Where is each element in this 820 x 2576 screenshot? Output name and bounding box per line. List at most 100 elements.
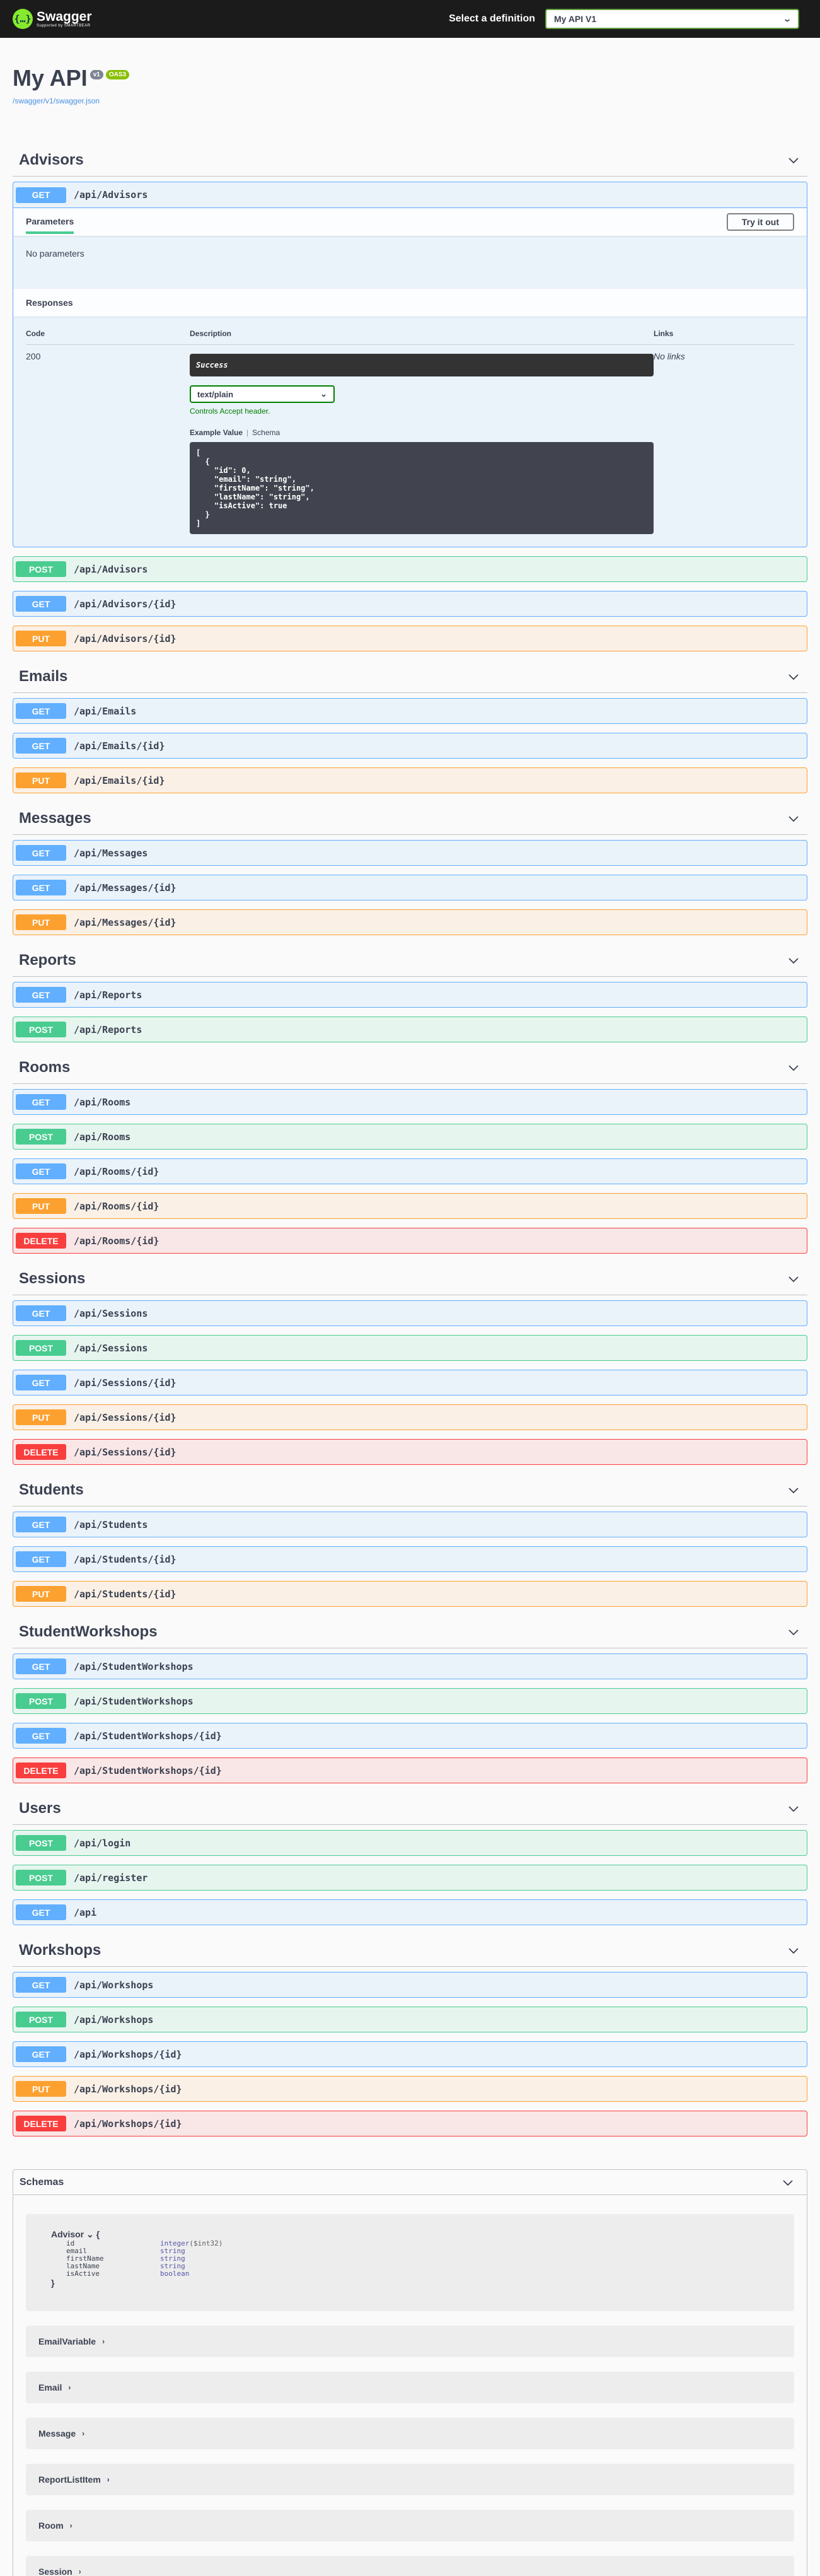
api-info: My API v1 OAS3 /swagger/v1/swagger.json	[0, 38, 820, 144]
operation-get[interactable]: GET/api	[13, 1899, 807, 1925]
tag-header[interactable]: Users	[13, 1792, 807, 1825]
chevron-down-icon: ⌄	[320, 389, 327, 399]
chevron-down-icon	[787, 1061, 800, 1074]
method-badge: PUT	[16, 1586, 66, 1602]
operation-post[interactable]: POST/api/Reports	[13, 1017, 807, 1042]
operation-get[interactable]: GET/api/Students/{id}	[13, 1546, 807, 1572]
try-it-out-button[interactable]: Try it out	[726, 213, 794, 231]
tag-header[interactable]: Reports	[13, 944, 807, 977]
model-collapsed[interactable]: Email ›	[26, 2372, 794, 2403]
operation-get[interactable]: GET/api/Advisors	[13, 182, 807, 208]
media-type-select[interactable]: text/plain ⌄	[190, 385, 335, 403]
col-links: Links	[654, 329, 674, 338]
operation-path: /api/Messages/{id}	[74, 916, 176, 928]
operation-get[interactable]: GET/api/Messages	[13, 840, 807, 866]
method-badge: POST	[16, 1693, 66, 1709]
operation-get[interactable]: GET/api/Reports	[13, 982, 807, 1008]
operation-path: /api/Sessions/{id}	[74, 1411, 176, 1423]
operation-path: /api/Advisors	[74, 189, 148, 201]
operation-delete[interactable]: DELETE/api/Sessions/{id}	[13, 1439, 807, 1465]
tag-header[interactable]: Workshops	[13, 1934, 807, 1967]
operation-path: /api/Workshops/{id}	[74, 2083, 182, 2095]
operation-get[interactable]: GET/api/Sessions	[13, 1300, 807, 1326]
chevron-right-icon: ›	[68, 2383, 71, 2392]
tag-name: Reports	[19, 951, 76, 969]
operation-post[interactable]: POST/api/login	[13, 1830, 807, 1856]
operation-post[interactable]: POST/api/register	[13, 1865, 807, 1891]
operation-path: /api/Rooms	[74, 1096, 131, 1108]
model-collapsed[interactable]: ReportListItem ›	[26, 2464, 794, 2495]
response-description: Success	[190, 354, 654, 376]
operation-put[interactable]: PUT/api/Students/{id}	[13, 1581, 807, 1607]
tag-name: Advisors	[19, 151, 84, 168]
tag-header[interactable]: Students	[13, 1474, 807, 1507]
operation-put[interactable]: PUT/api/Advisors/{id}	[13, 626, 807, 651]
definition-value: My API V1	[554, 14, 597, 24]
model-collapsed[interactable]: EmailVariable ›	[26, 2326, 794, 2357]
tag-name: Students	[19, 1481, 84, 1498]
chevron-down-icon	[787, 154, 800, 166]
operation-put[interactable]: PUT/api/Emails/{id}	[13, 767, 807, 793]
operation-post[interactable]: POST/api/Advisors	[13, 556, 807, 582]
tab-schema[interactable]: Schema	[252, 428, 280, 437]
operation-post[interactable]: POST/api/Sessions	[13, 1335, 807, 1361]
tag-header[interactable]: Rooms	[13, 1051, 807, 1084]
operation-delete[interactable]: DELETE/api/Workshops/{id}	[13, 2111, 807, 2136]
model-collapsed[interactable]: Room ›	[26, 2510, 794, 2541]
operation-delete[interactable]: DELETE/api/Rooms/{id}	[13, 1228, 807, 1254]
tag-header[interactable]: Messages	[13, 802, 807, 835]
method-badge: GET	[16, 845, 66, 861]
schemas-title: Schemas	[20, 2176, 64, 2188]
api-title: My API	[13, 65, 88, 91]
operation-put[interactable]: PUT/api/Messages/{id}	[13, 909, 807, 935]
operation-post[interactable]: POST/api/StudentWorkshops	[13, 1688, 807, 1714]
model-collapsed[interactable]: Message ›	[26, 2418, 794, 2449]
operation-get[interactable]: GET/api/Emails	[13, 698, 807, 724]
operation-put[interactable]: PUT/api/Sessions/{id}	[13, 1404, 807, 1430]
operation-post[interactable]: POST/api/Rooms	[13, 1124, 807, 1150]
operation-get[interactable]: GET/api/StudentWorkshops	[13, 1653, 807, 1679]
operation-get[interactable]: GET/api/Rooms/{id}	[13, 1158, 807, 1184]
method-badge: GET	[16, 1517, 66, 1532]
operation-put[interactable]: PUT/api/Rooms/{id}	[13, 1193, 807, 1219]
operation-delete[interactable]: DELETE/api/StudentWorkshops/{id}	[13, 1757, 807, 1783]
chevron-down-icon	[782, 2176, 794, 2189]
operation-path: /api/Rooms/{id}	[74, 1165, 159, 1177]
tag-name: Messages	[19, 809, 91, 827]
chevron-down-icon	[787, 954, 800, 967]
operation-path: /api/Emails/{id}	[74, 740, 165, 752]
operation-get[interactable]: GET/api/Messages/{id}	[13, 875, 807, 900]
method-badge: DELETE	[16, 1763, 66, 1778]
schemas-header[interactable]: Schemas	[13, 2170, 807, 2195]
operation-path: /api/Workshops	[74, 2014, 154, 2025]
method-badge: PUT	[16, 772, 66, 788]
definition-select[interactable]: My API V1 ⌄	[545, 9, 799, 29]
tag-header[interactable]: Sessions	[13, 1262, 807, 1295]
operation-get[interactable]: GET/api/Workshops/{id}	[13, 2041, 807, 2067]
spec-link[interactable]: /swagger/v1/swagger.json	[13, 96, 807, 105]
tab-example-value[interactable]: Example Value	[190, 428, 243, 437]
operation-path: /api/register	[74, 1872, 148, 1884]
close-brace: }	[51, 2278, 55, 2288]
operation-get[interactable]: GET/api/Sessions/{id}	[13, 1370, 807, 1396]
operation-get[interactable]: GET/api/Emails/{id}	[13, 733, 807, 759]
tab-parameters[interactable]: Parameters	[26, 210, 74, 234]
model-collapsed[interactable]: Session ›	[26, 2556, 794, 2576]
tag-header[interactable]: Emails	[13, 660, 807, 693]
tag-header[interactable]: StudentWorkshops	[13, 1616, 807, 1648]
operation-get[interactable]: GET/api/StudentWorkshops/{id}	[13, 1723, 807, 1749]
operation-get[interactable]: GET/api/Workshops	[13, 1972, 807, 1998]
method-badge: GET	[16, 1163, 66, 1179]
operation-get[interactable]: GET/api/Advisors/{id}	[13, 591, 807, 617]
operation-path: /api/Sessions/{id}	[74, 1377, 176, 1389]
col-description: Description	[190, 329, 232, 338]
operation-put[interactable]: PUT/api/Workshops/{id}	[13, 2076, 807, 2102]
property-type: boolean	[160, 2270, 190, 2278]
model-name: Email	[38, 2382, 62, 2392]
operation-get[interactable]: GET/api/Rooms	[13, 1089, 807, 1115]
model-advisor-toggle[interactable]: Advisor ⌄ {	[51, 2229, 782, 2240]
operation-post[interactable]: POST/api/Workshops	[13, 2007, 807, 2032]
tag-header[interactable]: Advisors	[13, 144, 807, 177]
swagger-logo[interactable]: {…} Swagger Supported by SMARTBEAR	[13, 9, 92, 29]
operation-get[interactable]: GET/api/Students	[13, 1512, 807, 1537]
